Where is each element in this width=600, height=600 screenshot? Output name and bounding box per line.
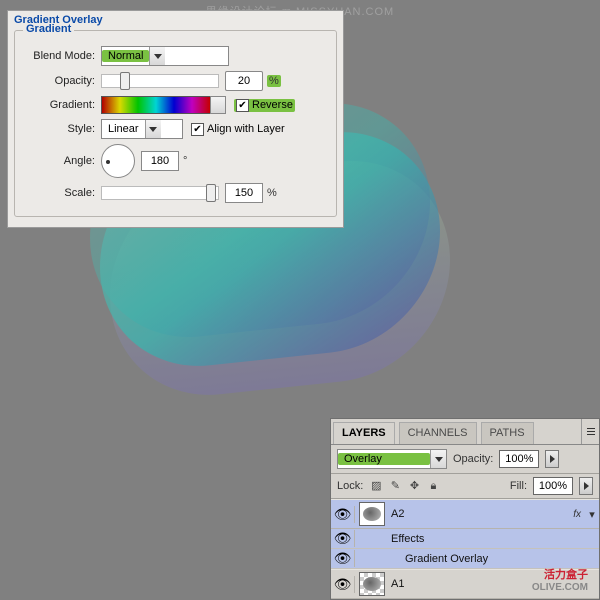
lock-label: Lock: xyxy=(337,480,363,492)
effects-header[interactable]: 👁︎ Effects xyxy=(331,529,599,549)
checkbox-icon: ✔ xyxy=(236,99,249,112)
chevron-down-icon[interactable] xyxy=(430,450,446,468)
chevron-down-icon[interactable] xyxy=(210,96,226,114)
fill-value[interactable]: 100% xyxy=(533,477,573,495)
chevron-down-icon[interactable] xyxy=(145,120,161,138)
watermark-brand: 活力盒子 OLIVE.COM xyxy=(532,565,588,593)
layer-opacity-label: Opacity: xyxy=(453,453,493,465)
lock-transparent-icon[interactable]: ▨ xyxy=(369,479,383,493)
blend-mode-value: Normal xyxy=(102,50,149,62)
panel-tabbar: LAYERS CHANNELS PATHS xyxy=(331,419,599,445)
lock-brush-icon[interactable]: ✎ xyxy=(388,479,402,493)
chevron-down-icon[interactable]: ▾ xyxy=(585,508,599,521)
angle-dial[interactable] xyxy=(101,144,135,178)
tab-layers[interactable]: LAYERS xyxy=(333,422,395,444)
opacity-unit: % xyxy=(267,75,281,87)
align-checkbox[interactable]: ✔ Align with Layer xyxy=(191,123,285,136)
effects-label: Effects xyxy=(391,533,424,545)
layer-thumbnail[interactable] xyxy=(359,502,385,526)
chevron-down-icon[interactable] xyxy=(149,47,165,65)
tab-channels[interactable]: CHANNELS xyxy=(399,422,477,444)
style-value: Linear xyxy=(102,123,145,135)
group-label: Gradient xyxy=(23,23,74,35)
blend-mode-select[interactable]: Normal xyxy=(101,46,229,66)
scale-slider[interactable] xyxy=(101,186,219,200)
lock-move-icon[interactable]: ✥ xyxy=(407,479,421,493)
reverse-label: Reverse xyxy=(252,99,293,111)
slider-thumb-icon[interactable] xyxy=(120,72,130,90)
visibility-eye-icon[interactable]: 👁︎ xyxy=(331,550,355,567)
fill-label: Fill: xyxy=(510,480,527,492)
angle-unit: ° xyxy=(183,155,187,167)
scale-unit: % xyxy=(267,187,277,199)
layer-item-a2[interactable]: 👁︎ A2 fx ▾ xyxy=(331,499,599,529)
scale-label: Scale: xyxy=(21,187,95,199)
style-label: Style: xyxy=(21,123,95,135)
fill-flyout-icon[interactable] xyxy=(579,477,593,495)
opacity-flyout-icon[interactable] xyxy=(545,450,559,468)
effect-label: Gradient Overlay xyxy=(405,553,488,565)
layer-blend-value: Overlay xyxy=(338,453,430,465)
slider-thumb-icon[interactable] xyxy=(206,184,216,202)
lock-all-icon[interactable]: 🔒︎ xyxy=(426,480,440,494)
opacity-value[interactable]: 20 xyxy=(225,71,263,91)
blend-mode-label: Blend Mode: xyxy=(21,50,95,62)
reverse-checkbox[interactable]: ✔ Reverse xyxy=(234,99,295,112)
align-label: Align with Layer xyxy=(207,123,285,135)
visibility-eye-icon[interactable]: 👁︎ xyxy=(331,506,355,523)
layer-thumbnail[interactable] xyxy=(359,572,385,596)
tab-paths[interactable]: PATHS xyxy=(481,422,534,444)
checkbox-icon: ✔ xyxy=(191,123,204,136)
style-select[interactable]: Linear xyxy=(101,119,183,139)
opacity-label: Opacity: xyxy=(21,75,95,87)
gradient-swatch[interactable] xyxy=(101,96,211,114)
lock-buttons: ▨ ✎ ✥ 🔒︎ xyxy=(369,479,442,494)
angle-label: Angle: xyxy=(21,155,95,167)
visibility-eye-icon[interactable]: 👁︎ xyxy=(331,530,355,547)
angle-value[interactable]: 180 xyxy=(141,151,179,171)
layer-name: A2 xyxy=(391,508,569,520)
visibility-eye-icon[interactable]: 👁︎ xyxy=(331,576,355,593)
panel-menu-icon[interactable] xyxy=(581,419,599,444)
gradient-label: Gradient: xyxy=(21,99,95,111)
gradient-overlay-panel: Gradient Overlay Gradient Blend Mode: No… xyxy=(7,10,344,228)
layer-blend-select[interactable]: Overlay xyxy=(337,449,447,469)
opacity-slider[interactable] xyxy=(101,74,219,88)
scale-value[interactable]: 150 xyxy=(225,183,263,203)
layer-opacity-value[interactable]: 100% xyxy=(499,450,539,468)
gradient-group: Gradient Blend Mode: Normal Opacity: 20 … xyxy=(14,30,337,217)
fx-badge[interactable]: fx xyxy=(573,509,581,520)
